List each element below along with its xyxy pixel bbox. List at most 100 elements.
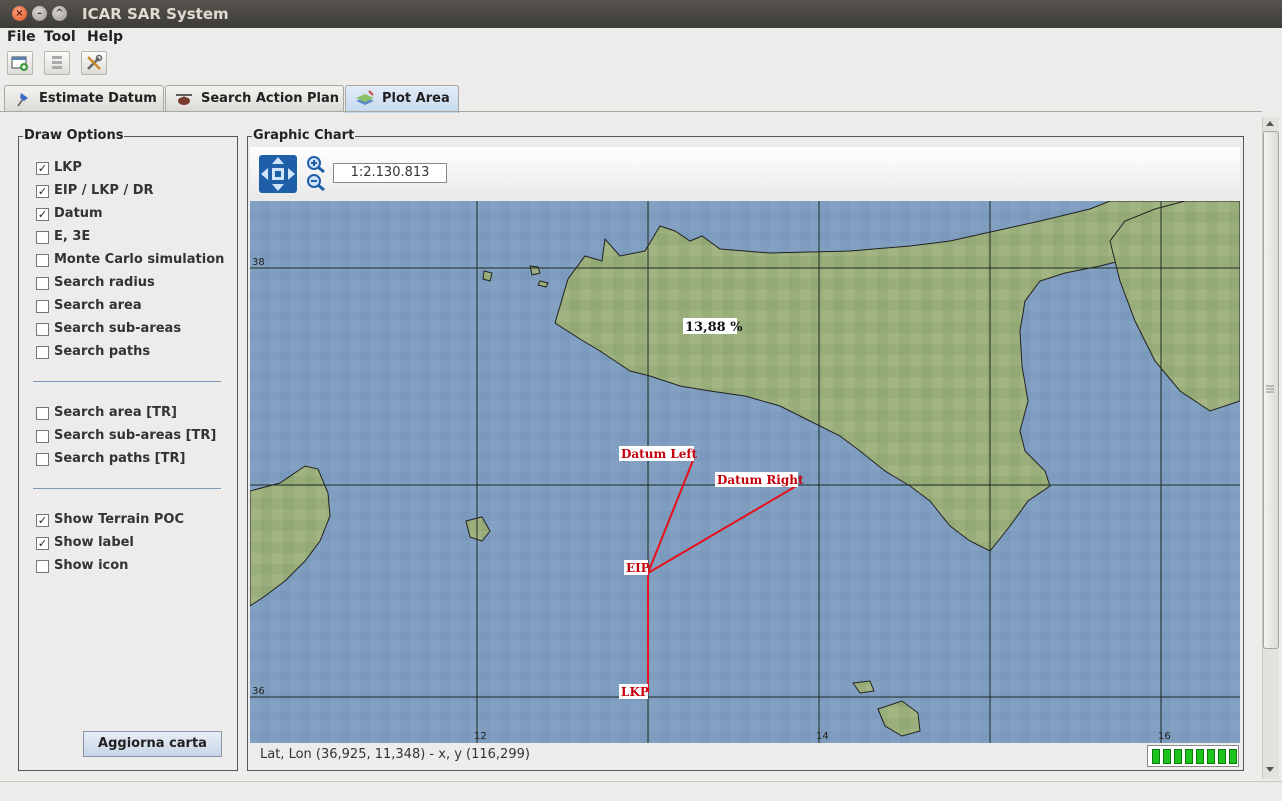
checkbox-box[interactable] (36, 407, 49, 420)
menu-help[interactable]: Help (87, 29, 123, 45)
stack-icon (52, 56, 62, 69)
checkbox-datum[interactable]: ✓ Datum (36, 206, 256, 222)
tab-divider (0, 111, 1262, 112)
separator (33, 381, 221, 382)
checkbox-label: Search paths (54, 344, 151, 359)
checkbox-box[interactable]: ✓ (36, 537, 49, 550)
checkbox-search-area[interactable]: Search area (36, 298, 256, 314)
new-window-icon (11, 56, 28, 71)
checkbox-show-terrain-poc[interactable]: ✓ Show Terrain POC (36, 512, 256, 528)
checkbox-box[interactable] (36, 453, 49, 466)
checkbox-label: Show label (54, 535, 134, 550)
tools-icon (87, 54, 103, 70)
helicopter-icon (176, 94, 192, 105)
memory-cell (1185, 749, 1193, 764)
datum-right-label: Datum Right (717, 473, 804, 487)
checkbox-eip-lkp-dr[interactable]: ✓ EIP / LKP / DR (36, 183, 256, 199)
memory-cell (1152, 749, 1160, 764)
checkbox-search-area-tr[interactable]: Search area [TR] (36, 405, 256, 421)
checkbox-label: Datum (54, 206, 103, 221)
checkbox-search-paths-tr[interactable]: Search paths [TR] (36, 451, 256, 467)
checkbox-box[interactable] (36, 430, 49, 443)
map-layers-icon (356, 90, 374, 105)
update-map-button[interactable]: Aggiorna carta (83, 731, 222, 757)
map-canvas[interactable]: 38 36 12 14 16 13,88 % Datum Left Datum … (250, 201, 1240, 743)
checkbox-search-sub-areas[interactable]: Search sub-areas (36, 321, 256, 337)
checkbox-label: Search area [TR] (54, 405, 177, 420)
lon-label-12: 12 (474, 731, 487, 742)
lon-label-14: 14 (816, 731, 829, 742)
bottom-bar (0, 781, 1282, 801)
tab-label: Estimate Datum (39, 91, 157, 106)
checkbox-label: Search area (54, 298, 142, 313)
memory-cell (1229, 749, 1237, 764)
scroll-up-icon[interactable] (1264, 118, 1276, 128)
terrain-poc-label: 13,88 % (685, 320, 743, 335)
lon-label-16: 16 (1158, 731, 1171, 742)
separator (33, 488, 221, 489)
memory-cell (1174, 749, 1182, 764)
tab-search-action-plan[interactable]: Search Action Plan (165, 85, 344, 112)
tools-button[interactable] (81, 51, 107, 75)
checkbox-box[interactable]: ✓ (36, 185, 49, 198)
eip-label: EIP (626, 561, 650, 575)
checkbox-e-3e[interactable]: E, 3E (36, 229, 256, 245)
checkbox-box[interactable]: ✓ (36, 514, 49, 527)
datum-left-label: Datum Left (621, 447, 698, 461)
checkbox-box[interactable] (36, 277, 49, 290)
egadi-island (529, 265, 541, 276)
minimize-window-button[interactable]: – (32, 6, 47, 21)
tab-estimate-datum[interactable]: Estimate Datum (4, 85, 164, 112)
zoom-in-icon[interactable] (306, 155, 326, 173)
title-bar: × – ^ ICAR SAR System (0, 0, 1282, 28)
checkbox-show-icon[interactable]: Show icon (36, 558, 256, 574)
tab-label: Plot Area (382, 91, 450, 106)
checkbox-box[interactable] (36, 231, 49, 244)
checkbox-show-label[interactable]: ✓ Show label (36, 535, 256, 551)
checkbox-label: Monte Carlo simulation (54, 252, 225, 267)
coordinates-status: Lat, Lon (36,925, 11,348) - x, y (116,29… (260, 747, 530, 762)
menu-file[interactable]: File (7, 29, 36, 45)
checkbox-label: Search radius (54, 275, 155, 290)
pan-arrows-icon[interactable] (258, 154, 298, 194)
memory-cell (1207, 749, 1215, 764)
checkbox-box[interactable] (36, 323, 49, 336)
checkbox-label: Show Terrain POC (54, 512, 184, 527)
checkbox-monte-carlo-simulation[interactable]: Monte Carlo simulation (36, 252, 256, 268)
new-window-button[interactable] (7, 51, 33, 75)
egadi-island (482, 270, 493, 282)
zoom-out-icon[interactable] (306, 173, 326, 191)
checkbox-box[interactable] (36, 300, 49, 313)
maximize-window-button[interactable]: ^ (52, 6, 67, 21)
tab-plot-area[interactable]: Plot Area (345, 85, 459, 113)
checkbox-box[interactable] (36, 560, 49, 573)
scale-input[interactable]: 1:2.130.813 (333, 163, 447, 183)
checkbox-box[interactable]: ✓ (36, 162, 49, 175)
stack-button[interactable] (44, 51, 70, 75)
lkp-label: LKP (621, 685, 649, 699)
checkbox-label: Search sub-areas [TR] (54, 428, 217, 443)
memory-cell (1218, 749, 1226, 764)
memory-cell (1196, 749, 1204, 764)
checkbox-box[interactable]: ✓ (36, 208, 49, 221)
checkbox-box[interactable] (36, 254, 49, 267)
checkbox-label: Search paths [TR] (54, 451, 186, 466)
memory-indicator (1147, 745, 1239, 767)
toolbar (0, 48, 1282, 78)
checkbox-label: EIP / LKP / DR (54, 183, 154, 198)
checkbox-search-sub-areas-tr[interactable]: Search sub-areas [TR] (36, 428, 256, 444)
menu-tool[interactable]: Tool (44, 29, 76, 45)
menu-bar: File Tool Help (0, 28, 1282, 48)
scroll-down-icon[interactable] (1264, 765, 1276, 775)
checkbox-search-paths[interactable]: Search paths (36, 344, 256, 360)
checkbox-label: Search sub-areas (54, 321, 182, 336)
close-window-button[interactable]: × (12, 6, 27, 21)
checkbox-search-radius[interactable]: Search radius (36, 275, 256, 291)
checkbox-label: LKP (54, 160, 82, 175)
checkbox-lkp[interactable]: ✓ LKP (36, 160, 256, 176)
lat-label-bottom: 36 (252, 686, 265, 697)
draw-options-title: Draw Options (23, 128, 125, 143)
grip-icon (1266, 385, 1274, 393)
checkbox-box[interactable] (36, 346, 49, 359)
window-title: ICAR SAR System (82, 5, 229, 23)
